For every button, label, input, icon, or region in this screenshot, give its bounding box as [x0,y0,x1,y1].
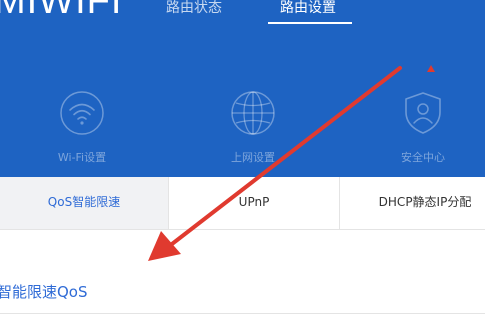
red-marker-triangle [427,65,435,72]
globe-icon [231,91,275,135]
nav-active-underline [268,22,352,24]
shield-user-icon [405,92,441,134]
feature-security-label: 安全中心 [401,151,445,164]
brand-logo: MIWIFI [0,0,123,22]
top-header: MIWIFI 路由状态 路由设置 Wi-Fi设置 上网设置 安全中心 [0,0,485,177]
tab-dhcp-static-ip[interactable]: DHCP静态IP分配 [340,177,485,229]
feature-internet-settings[interactable]: 上网设置 [198,90,308,165]
wifi-icon [60,91,104,135]
tab-upnp[interactable]: UPnP [169,177,339,229]
feature-security-center[interactable]: 安全中心 [368,90,478,165]
annotation-arrow-head [148,231,181,261]
nav-router-status[interactable]: 路由状态 [166,0,222,17]
tab-qos[interactable]: QoS智能限速 [0,177,168,229]
feature-internet-label: 上网设置 [231,151,275,164]
settings-tab-bar: QoS智能限速 UPnP DHCP静态IP分配 [0,177,485,230]
feature-wifi-label: Wi-Fi设置 [57,151,107,164]
nav-router-settings[interactable]: 路由设置 [280,0,336,17]
section-divider [0,313,485,314]
feature-wifi-settings[interactable]: Wi-Fi设置 [27,90,137,165]
section-title: 智能限速QoS [0,283,88,301]
